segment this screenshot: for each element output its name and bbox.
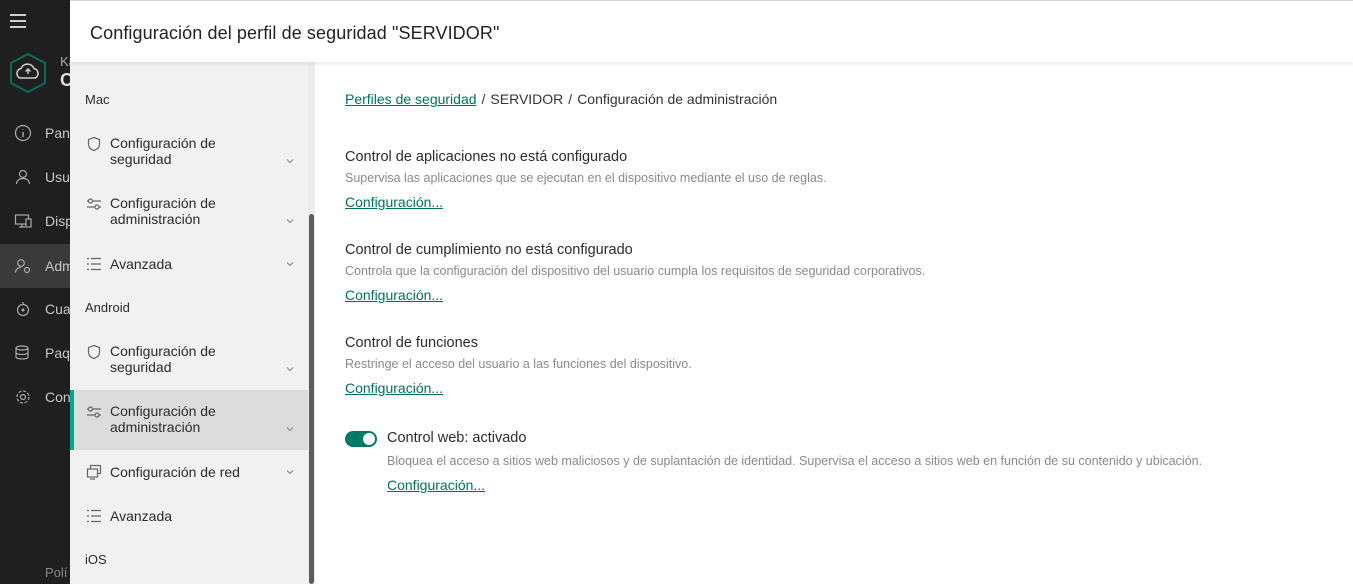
group-label-mac: Mac [85, 92, 110, 107]
nav-bottom-label[interactable]: Polí [45, 565, 67, 580]
chevron-down-icon[interactable] [286, 158, 294, 164]
list-icon [86, 62, 100, 66]
section-feature-control: Control de funciones Restringe el acceso… [345, 335, 692, 398]
sidebar-item-android-network[interactable]: Configuración de red [70, 456, 308, 488]
nav-item-label: Adm [45, 258, 70, 274]
breadcrumb-separator: / [568, 91, 573, 107]
sidebar-item-label: Configuración de red [110, 464, 240, 480]
shield-icon [87, 344, 101, 360]
nav-item-panel[interactable]: Pane [0, 111, 70, 155]
list-icon [87, 509, 101, 523]
sidebar-item-label: Configuración de seguridad [110, 343, 216, 375]
app-control-config-link[interactable]: Configuración... [345, 194, 443, 210]
feature-control-config-link[interactable]: Configuración... [345, 380, 443, 396]
sidebar-item-android-admin[interactable]: Configuración de administración [70, 390, 308, 450]
sidebar-item-label: Configuración de administración [110, 403, 216, 435]
breadcrumb-current: Configuración de administración [577, 91, 778, 107]
web-control-config-link[interactable]: Configuración... [387, 477, 485, 493]
nav-item-label: Disp [45, 213, 70, 229]
web-control-toggle[interactable] [345, 431, 377, 447]
sidebar-item-mac-advanced[interactable]: Avanzada [70, 248, 308, 280]
nav-item-label: Cua [45, 301, 70, 317]
section-app-control: Control de aplicaciones no está configur… [345, 149, 827, 212]
sidebar-item-label: Configuración de administración [110, 195, 216, 227]
nav-item-devices[interactable]: Disp [0, 199, 70, 243]
breadcrumb: Perfiles de seguridad / SERVIDOR / Configura… [345, 91, 777, 107]
section-title: Control de cumplimiento no está configur… [345, 242, 633, 258]
sidebar-item-label: Avanzada [110, 508, 173, 524]
nav-item-users[interactable]: Usua [0, 155, 70, 199]
logo-title: C [60, 70, 70, 90]
menu-icon[interactable] [10, 14, 26, 28]
nav-item-label: Usua [45, 169, 70, 185]
admin-icon [14, 259, 31, 274]
gear-icon [16, 390, 30, 404]
group-label-ios: iOS [85, 552, 107, 567]
section-description: Restringe el acceso del usuario a las fu… [345, 357, 692, 371]
chevron-down-icon[interactable] [286, 469, 294, 475]
nav-item-label: Con [45, 389, 70, 405]
nav-item-packages[interactable]: Paq [0, 331, 70, 375]
section-title: Control de aplicaciones no está configur… [345, 149, 628, 165]
kaspersky-logo-icon [10, 52, 46, 94]
section-title: Control web: activado [387, 430, 527, 446]
chevron-down-icon[interactable] [286, 218, 294, 224]
info-icon [14, 124, 32, 142]
sidebar-item-mac-admin[interactable]: Configuración de administración [70, 188, 308, 248]
sidebar-item-label: Avanzada [110, 256, 173, 272]
section-web-control: Control web: activado Bloquea el acceso … [387, 430, 1202, 495]
sidebar-item-android-advanced[interactable]: Avanzada [70, 500, 308, 532]
sliders-icon [87, 406, 101, 418]
chevron-down-icon[interactable] [286, 426, 294, 432]
page-title: Configuración del perfil de seguridad "S… [90, 23, 500, 43]
sidebar-item-mac-security[interactable]: Configuración de seguridad [70, 128, 308, 188]
breadcrumb-profile: SERVIDOR [490, 91, 564, 107]
section-description: Bloquea el acceso a sitios web malicioso… [387, 454, 1203, 468]
section-description: Controla que la configuración del dispos… [345, 264, 926, 278]
nav-item-settings[interactable]: Con [0, 375, 70, 419]
profile-sidebar: Mac Configuración de seguridad Configura… [70, 62, 310, 584]
sidebar-scrollbar-thumb[interactable] [309, 214, 314, 584]
sidebar-item-label: Configuración de seguridad [110, 135, 216, 167]
breadcrumb-separator: / [481, 91, 486, 107]
section-title: Control de funciones [345, 335, 478, 351]
breadcrumb-link-profiles[interactable]: Perfiles de seguridad [345, 91, 477, 107]
sidebar-item-android-security[interactable]: Configuración de seguridad [70, 336, 308, 396]
page-header: Configuración del perfil de seguridad "S… [70, 0, 1353, 62]
toggle-knob [363, 433, 375, 445]
section-compliance-control: Control de cumplimiento no está configur… [345, 242, 925, 305]
shield-icon [87, 136, 101, 152]
packages-icon [15, 345, 29, 360]
network-icon [86, 464, 102, 480]
quarantine-icon [16, 302, 30, 317]
nav-item-label: Paq [45, 345, 70, 361]
group-label-android: Android [85, 300, 130, 315]
chevron-down-icon[interactable] [286, 366, 294, 372]
main-content: Perfiles de seguridad / SERVIDOR / Configura… [315, 62, 1353, 584]
app-nav: Ka C Pane Usua Disp Adm Cua Paq Con Polí [0, 0, 70, 584]
user-icon [15, 169, 31, 185]
list-icon [87, 257, 101, 271]
compliance-control-config-link[interactable]: Configuración... [345, 287, 443, 303]
nav-item-label: Pane [45, 125, 70, 141]
devices-icon [14, 214, 32, 228]
chevron-down-icon[interactable] [286, 261, 294, 267]
nav-item-admin[interactable]: Adm [0, 244, 70, 288]
logo-text: Ka [60, 54, 70, 69]
nav-item-quarantine[interactable]: Cua [0, 287, 70, 331]
section-description: Supervisa las aplicaciones que se ejecut… [345, 171, 827, 185]
sliders-icon [87, 198, 101, 210]
